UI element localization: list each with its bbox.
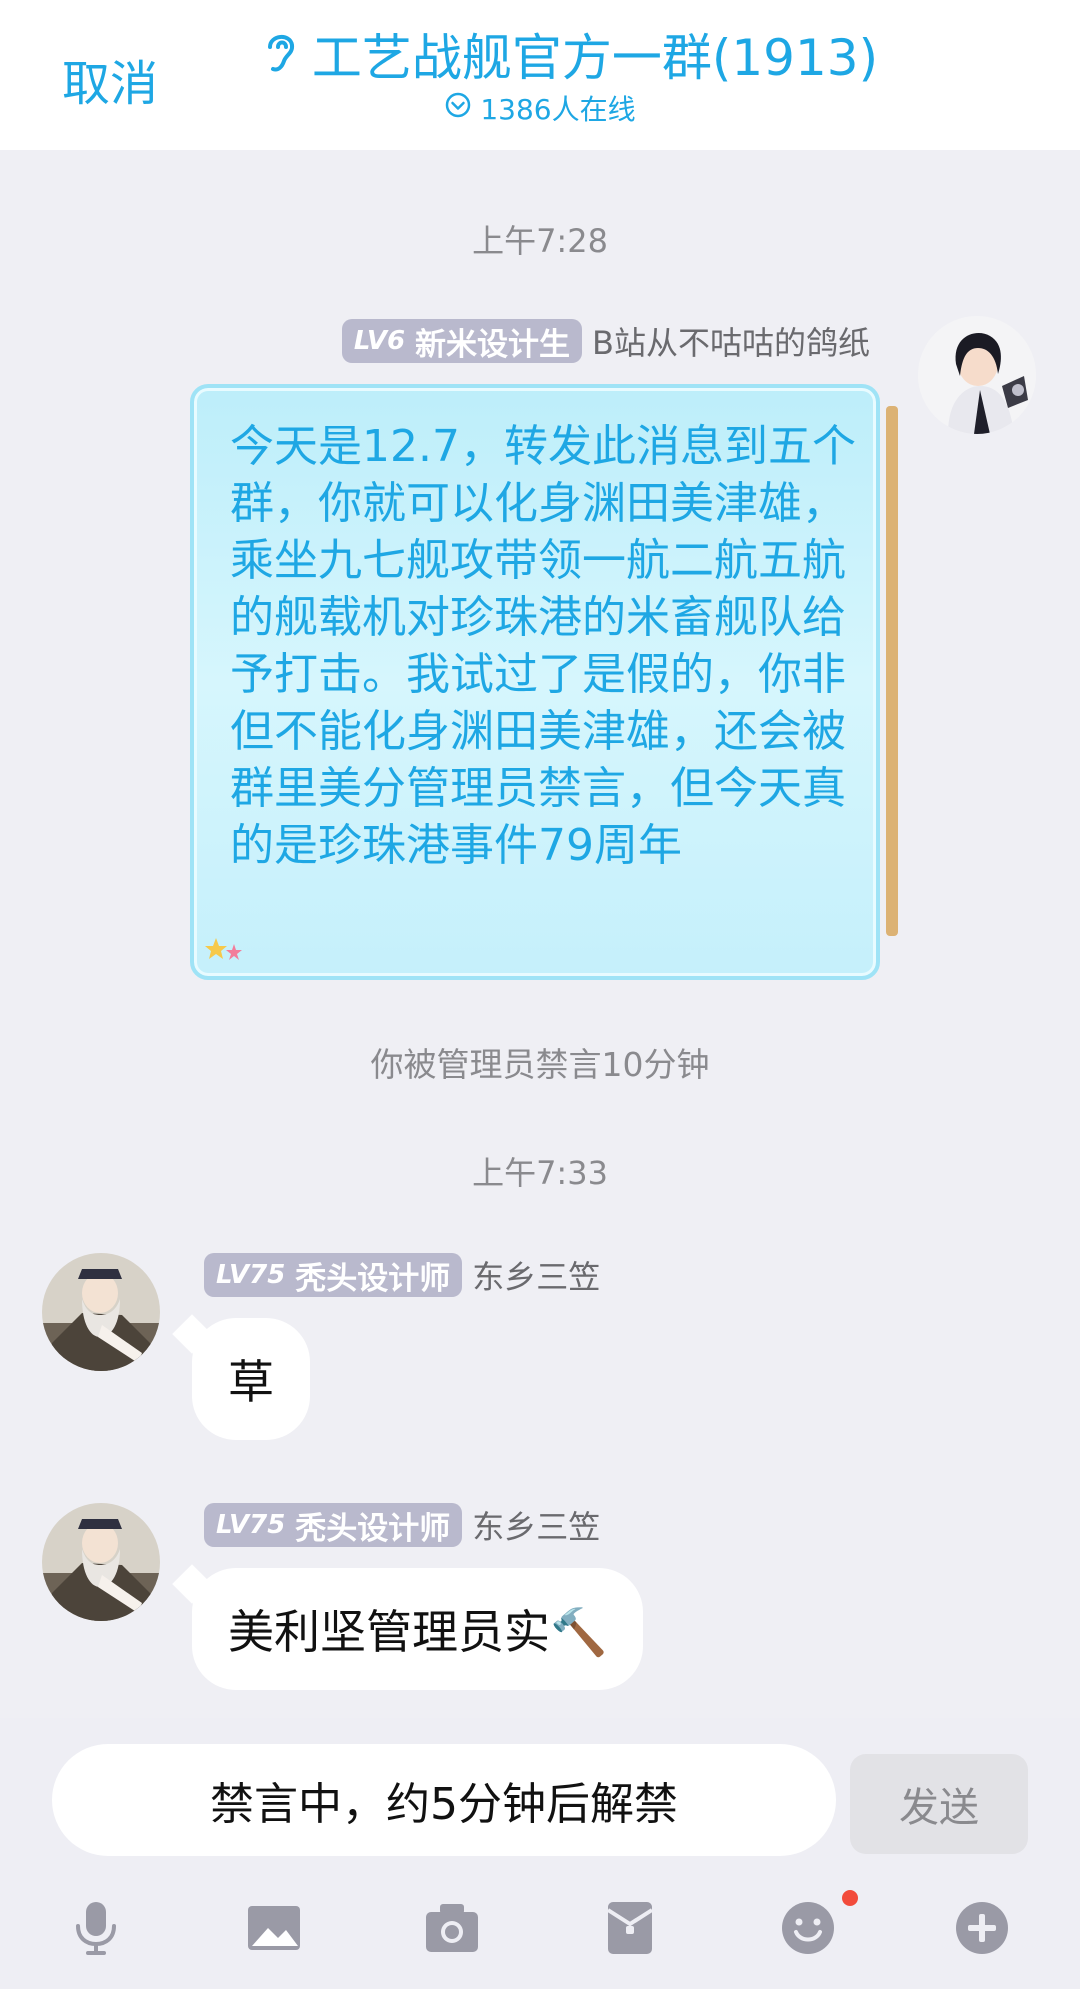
emoji-icon[interactable] (778, 1898, 838, 1958)
message-text: 今天是12.7，转发此消息到五个群，你就可以化身渊田美津雄，乘坐九七舰攻带领一航… (230, 421, 856, 871)
avatar[interactable] (42, 1253, 160, 1371)
avatar[interactable] (918, 316, 1036, 434)
level-text: LV6 (353, 326, 406, 356)
mic-icon[interactable] (66, 1898, 126, 1958)
message-bubble[interactable]: 草 (192, 1318, 310, 1440)
message-bubble-fancy[interactable]: 今天是12.7，转发此消息到五个群，你就可以化身渊田美津雄，乘坐九七舰攻带领一航… (190, 384, 898, 980)
chat-header: 取消 工艺战舰官方一群(1913) 1386人在线 (0, 0, 1080, 150)
chevron-down-circle-icon (444, 91, 472, 126)
rank-text: 秃头设计师 (295, 1510, 451, 1547)
star-decoration-icon (204, 936, 248, 970)
level-badge: LV6 新米设计生 (341, 319, 583, 363)
sender-nickname: 东乡三笠 (472, 1508, 601, 1546)
message-text: 美利坚管理员实🔨 (228, 1605, 608, 1659)
muted-notice: 禁言中，约5分钟后解禁 (210, 1779, 678, 1830)
input-bar: 禁言中，约5分钟后解禁 发送 (0, 1718, 1080, 1989)
message-text: 草 (228, 1355, 274, 1409)
message-bubble[interactable]: 美利坚管理员实🔨 (192, 1568, 644, 1690)
group-title: 工艺战舰官方一群(1913) (311, 29, 879, 87)
group-title-area[interactable]: 工艺战舰官方一群(1913) (0, 18, 1080, 90)
camera-icon[interactable] (422, 1898, 482, 1958)
sender-nickname: 东乡三笠 (472, 1258, 601, 1296)
level-text: LV75 (216, 1510, 286, 1540)
level-text: LV75 (216, 1260, 286, 1290)
system-notice: 你被管理员禁言10分钟 (370, 1045, 710, 1084)
message-input-muted[interactable]: 禁言中，约5分钟后解禁 (52, 1744, 836, 1856)
level-badge: LV75 秃头设计师 (204, 1503, 463, 1547)
plus-icon[interactable] (952, 1898, 1012, 1958)
ear-icon (262, 29, 298, 79)
sender-info: LV75 秃头设计师 东乡三笠 (204, 1252, 600, 1298)
notification-dot (842, 1890, 858, 1906)
rank-text: 秃头设计师 (295, 1260, 451, 1297)
online-count: 1386人在线 (480, 93, 636, 126)
timestamp: 上午7:33 (472, 1154, 608, 1192)
sender-info: LV6 新米设计生 B站从不咕咕的鸽纸 (341, 318, 870, 364)
send-button[interactable]: 发送 (850, 1754, 1028, 1854)
image-icon[interactable] (244, 1898, 304, 1958)
level-badge: LV75 秃头设计师 (204, 1253, 463, 1297)
online-status[interactable]: 1386人在线 (0, 88, 1080, 128)
bubble-frame-decoration (886, 406, 898, 936)
timestamp: 上午7:28 (472, 222, 608, 260)
sender-info: LV75 秃头设计师 东乡三笠 (204, 1502, 600, 1548)
red-packet-icon[interactable] (600, 1898, 660, 1958)
rank-text: 新米设计生 (415, 326, 571, 363)
sender-nickname: B站从不咕咕的鸽纸 (592, 324, 870, 362)
avatar[interactable] (42, 1503, 160, 1621)
